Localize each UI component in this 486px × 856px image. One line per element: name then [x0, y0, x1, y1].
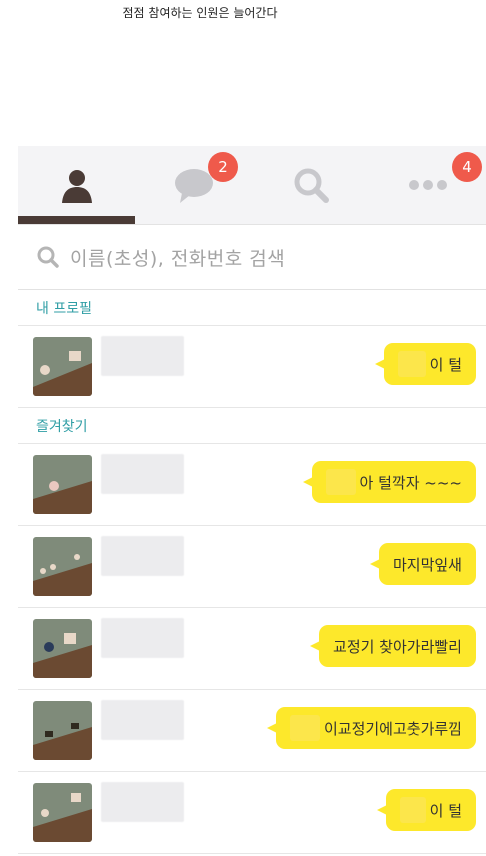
friend-name [101, 454, 184, 494]
more-badge: 4 [452, 152, 482, 182]
chats-badge: 2 [208, 152, 238, 182]
list-item[interactable]: 이교정기에고춧가루낌 [18, 690, 486, 772]
section-my-profile: 내 프로필 [18, 290, 486, 326]
search-placeholder: 이름(초성), 전화번호 검색 [70, 247, 286, 270]
status-bubble: 아 털깍자 ~~~ [302, 461, 476, 503]
friend-name [101, 536, 184, 576]
avatar [33, 701, 92, 760]
friend-name [101, 700, 184, 740]
status-text: 교정기 찾아가라빨리 [333, 637, 462, 656]
avatar [33, 537, 92, 596]
status-text: 아 털깍자 ~~~ [359, 473, 462, 492]
status-text: 이 털 [429, 355, 462, 374]
tab-bar: 2 4 [18, 146, 486, 225]
tab-more[interactable]: 4 [369, 146, 486, 224]
friend-name [101, 618, 184, 658]
tab-search[interactable] [252, 146, 369, 224]
avatar [33, 619, 92, 678]
search-icon [37, 246, 59, 268]
avatar [33, 337, 92, 396]
person-icon [61, 170, 92, 203]
status-bubble: 이 털 [374, 343, 476, 385]
status-text: 이 털 [429, 801, 462, 820]
list-item[interactable]: 마지막잎새 [18, 526, 486, 608]
tab-friends[interactable] [18, 146, 135, 224]
status-text: 마지막잎새 [392, 555, 462, 574]
avatar [33, 455, 92, 514]
status-bubble: 이교정기에고춧가루낌 [266, 707, 476, 749]
more-icon [408, 180, 447, 190]
status-text: 이교정기에고춧가루낌 [323, 719, 462, 738]
search-icon [294, 168, 329, 203]
list-item[interactable]: 교정기 찾아가라빨리 [18, 608, 486, 690]
status-bubble: 이 털 [376, 789, 476, 831]
avatar [33, 783, 92, 842]
friend-name [101, 782, 184, 822]
profile-name [101, 336, 184, 376]
profile-row[interactable]: 이 털 [18, 326, 486, 408]
status-bubble: 교정기 찾아가라빨리 [310, 625, 476, 667]
app-window: 2 4 이름(초성), 전화번호 검색 내 프로필 이 털 즐겨찾기 아 털깍자… [18, 146, 486, 856]
caption: 점점 참여하는 인원은 늘어간다 [122, 6, 278, 20]
tab-chats[interactable]: 2 [135, 146, 252, 224]
list-item[interactable]: 이 털 [18, 772, 486, 854]
section-favorites: 즐겨찾기 [18, 408, 486, 444]
search-bar[interactable]: 이름(초성), 전화번호 검색 [18, 225, 486, 290]
list-item[interactable]: 아 털깍자 ~~~ [18, 444, 486, 526]
status-bubble: 마지막잎새 [369, 543, 476, 585]
